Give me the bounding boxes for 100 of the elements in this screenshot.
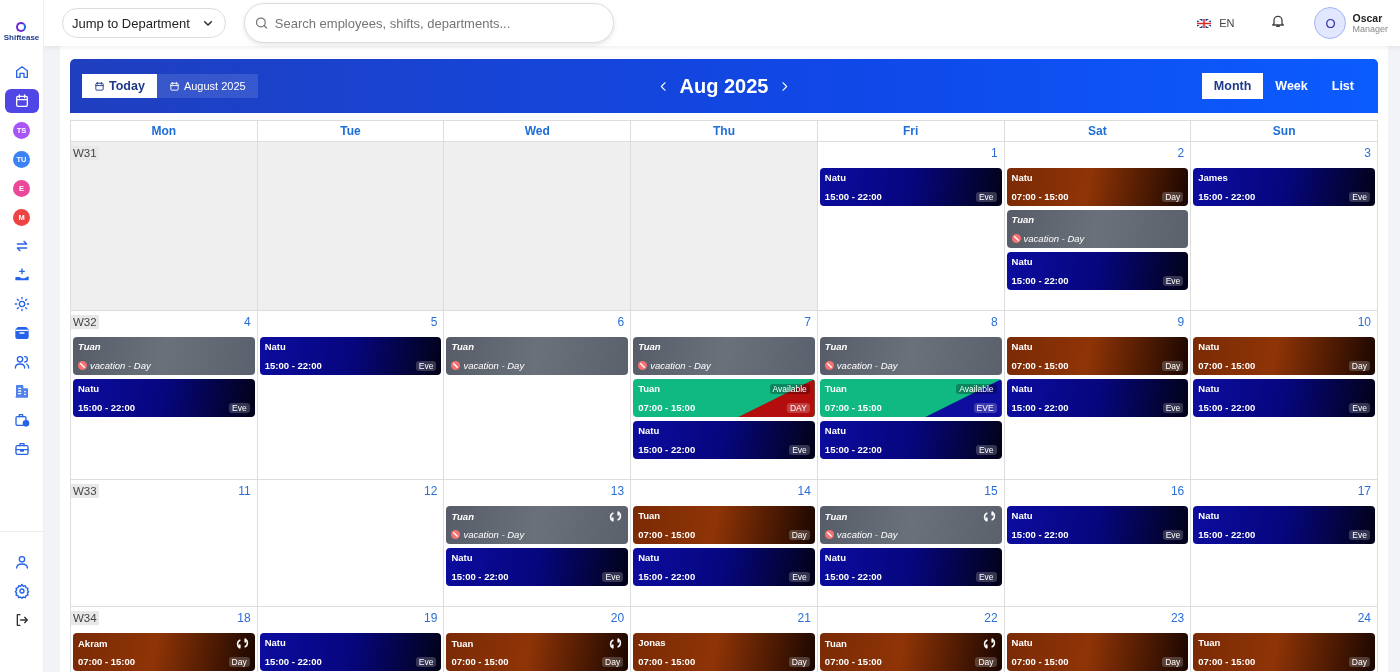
shift-event[interactable]: Natu 15:00 - 22:00 Eve: [259, 633, 442, 671]
shift-event[interactable]: Natu 15:00 - 22:00 Eve: [819, 168, 1002, 206]
view-tab[interactable]: Month: [1201, 73, 1264, 99]
shift-event[interactable]: Natu 15:00 - 22:00 Eve: [633, 548, 815, 586]
language-label[interactable]: EN: [1219, 17, 1235, 29]
employee-name: Natu: [1011, 172, 1033, 183]
absence-note: vacation - Day: [451, 360, 525, 371]
shift-time: 07:00 - 15:00: [1011, 360, 1069, 371]
shift-event[interactable]: Natu 07:00 - 15:00 Day: [1006, 337, 1189, 375]
day-cell[interactable]: 10 Natu 07:00 - 15:00 Day Natu 15:00 - 22:00 Eve: [1191, 311, 1378, 480]
shift-event[interactable]: Natu 15:00 - 22:00 Eve: [1006, 379, 1189, 417]
shift-event[interactable]: Natu 15:00 - 22:00 Eve: [259, 337, 442, 375]
shift-event[interactable]: Tuan vacation - Day: [819, 337, 1002, 375]
day-number: 16: [1170, 484, 1185, 498]
shift-badge: Eve: [1349, 529, 1370, 540]
shift-event[interactable]: Tuan 07:00 - 15:00 Day: [446, 633, 629, 671]
search-field[interactable]: Search employees, shifts, departments...: [243, 3, 614, 43]
day-cell[interactable]: 5 Natu 15:00 - 22:00 Eve: [257, 311, 445, 480]
shift-event[interactable]: Natu 07:00 - 15:00 Day: [1006, 633, 1189, 671]
shift-time: 15:00 - 22:00: [451, 571, 509, 582]
view-tab[interactable]: List: [1319, 73, 1366, 99]
shift-event[interactable]: Natu 15:00 - 22:00 Eve: [446, 548, 629, 586]
day-cell[interactable]: 2 Natu 07:00 - 15:00 Day Tuan vacation - Day Natu 15:00 - 22:00 Eve: [1004, 142, 1192, 311]
day-number: 22: [984, 611, 998, 625]
day-cell[interactable]: 22 Tuan 07:00 - 15:00 Day: [817, 607, 1005, 672]
shift-event[interactable]: Jonas 07:00 - 15:00 Day: [633, 633, 815, 671]
shift-time: 15:00 - 22:00: [78, 402, 136, 413]
date-button[interactable]: Today: [82, 74, 157, 98]
shift-event[interactable]: Natu 15:00 - 22:00 Eve: [633, 421, 815, 459]
shift-event[interactable]: Tuan vacation - Day: [1006, 210, 1189, 248]
day-number: 9: [1177, 315, 1185, 329]
shift-badge: Day: [788, 529, 810, 540]
day-cell[interactable]: W31: [71, 142, 258, 311]
shift-badge: Eve: [789, 571, 810, 582]
day-number: 20: [610, 611, 625, 625]
shift-event[interactable]: Tuan Available 07:00 - 15:00 EVE: [819, 379, 1002, 417]
shift-event[interactable]: Natu 15:00 - 22:00 Eve: [1193, 506, 1375, 544]
date-button[interactable]: August 2025: [156, 74, 258, 98]
shift-event[interactable]: Natu 15:00 - 22:00 Eve: [1006, 252, 1189, 290]
shift-event[interactable]: Natu 07:00 - 15:00 Day: [1006, 168, 1189, 206]
day-cell[interactable]: W34 18 Akram 07:00 - 15:00 Day: [71, 607, 258, 672]
day-cell[interactable]: 20 Tuan 07:00 - 15:00 Day: [444, 607, 632, 672]
day-cell[interactable]: 12: [257, 480, 445, 607]
day-cell[interactable]: 15 Tuan vacation - Day Natu 15:00 - 22:00 Eve: [817, 480, 1005, 607]
shift-event[interactable]: Tuan vacation - Day: [446, 337, 629, 375]
day-cell[interactable]: 6 Tuan vacation - Day: [444, 311, 632, 480]
shift-event[interactable]: Tuan 07:00 - 15:00 Day: [1193, 633, 1375, 671]
day-cell[interactable]: 8 Tuan vacation - Day Tuan Available 07:00 - 15:00 EVE Natu 15:00 - 22:00 Eve: [817, 311, 1005, 480]
day-number: 2: [1177, 146, 1185, 160]
day-cell[interactable]: 19 Natu 15:00 - 22:00 Eve: [257, 607, 445, 672]
day-cell[interactable]: 14 Tuan 07:00 - 15:00 Day Natu 15:00 - 22:00 Eve: [631, 480, 818, 607]
day-number: 24: [1357, 611, 1371, 625]
shift-event[interactable]: Natu 07:00 - 15:00 Day: [1193, 337, 1375, 375]
day-cell[interactable]: 3 James 15:00 - 22:00 Eve: [1191, 142, 1378, 311]
shift-event[interactable]: Tuan vacation - Day: [73, 337, 255, 375]
shift-event[interactable]: Natu 15:00 - 22:00 Eve: [819, 421, 1002, 459]
shift-event[interactable]: Natu 15:00 - 22:00 Eve: [73, 379, 255, 417]
day-number: 6: [617, 315, 625, 329]
app-logo[interactable]: Shiftease: [3, 22, 40, 42]
day-cell[interactable]: W33 11: [71, 480, 258, 607]
shift-badge: Eve: [789, 444, 810, 455]
day-cell[interactable]: W32 4 Tuan vacation - Day Natu 15:00 - 22:00 Eve: [71, 311, 258, 480]
shift-event[interactable]: Tuan vacation - Day: [633, 337, 815, 375]
employee-name: Natu: [264, 637, 286, 648]
shift-event[interactable]: Tuan vacation - Day: [446, 506, 629, 544]
shift-event[interactable]: Tuan 07:00 - 15:00 Day: [819, 633, 1002, 671]
shift-badge: Day: [1162, 191, 1184, 202]
shift-time: 15:00 - 22:00: [1011, 529, 1069, 540]
shift-event[interactable]: Tuan 07:00 - 15:00 Day: [633, 506, 815, 544]
day-cell[interactable]: 24 Tuan 07:00 - 15:00 Day: [1191, 607, 1378, 672]
weekday-header: Fri: [817, 121, 1005, 142]
day-cell[interactable]: 16 Natu 15:00 - 22:00 Eve: [1004, 480, 1192, 607]
day-cell[interactable]: 1 Natu 15:00 - 22:00 Eve: [817, 142, 1005, 311]
view-tab[interactable]: Week: [1263, 73, 1320, 99]
day-number: 17: [1357, 484, 1371, 498]
day-number: 23: [1170, 611, 1185, 625]
day-cell[interactable]: 21 Jonas 07:00 - 15:00 Day: [631, 607, 818, 672]
shift-event[interactable]: Natu 15:00 - 22:00 Eve: [1193, 379, 1375, 417]
absence-note: vacation - Day: [824, 529, 898, 540]
shift-badge: Eve: [415, 360, 437, 371]
weekday-header: Sun: [1191, 121, 1378, 142]
shift-event[interactable]: Natu 15:00 - 22:00 Eve: [819, 548, 1002, 586]
user-avatar[interactable]: O: [1314, 7, 1347, 39]
shift-badge: Eve: [1162, 529, 1184, 540]
shift-event[interactable]: Akram 07:00 - 15:00 Day: [73, 633, 255, 671]
shift-badge: Eve: [229, 402, 250, 413]
shift-badge: Day: [602, 656, 624, 667]
shift-event[interactable]: Tuan vacation - Day: [819, 506, 1002, 544]
day-cell[interactable]: 13 Tuan vacation - Day Natu 15:00 - 22:00 Eve: [444, 480, 632, 607]
day-cell[interactable]: 7 Tuan vacation - Day Tuan Available 07:00 - 15:00 DAY Natu 15:00 - 22:00 Eve: [631, 311, 818, 480]
shift-event[interactable]: Natu 15:00 - 22:00 Eve: [1006, 506, 1189, 544]
shift-event[interactable]: James 15:00 - 22:00 Eve: [1193, 168, 1375, 206]
shift-badge: Day: [1348, 656, 1370, 667]
employee-name: Tuan: [824, 341, 848, 352]
employee-name: Akram: [78, 638, 108, 649]
day-cell[interactable]: 17 Natu 15:00 - 22:00 Eve: [1191, 480, 1378, 607]
day-cell[interactable]: 23 Natu 07:00 - 15:00 Day: [1004, 607, 1192, 672]
shift-event[interactable]: Tuan Available 07:00 - 15:00 DAY: [633, 379, 815, 417]
day-cell[interactable]: 9 Natu 07:00 - 15:00 Day Natu 15:00 - 22:00 Eve: [1004, 311, 1192, 480]
department-dropdown[interactable]: Jump to Department: [62, 8, 226, 38]
